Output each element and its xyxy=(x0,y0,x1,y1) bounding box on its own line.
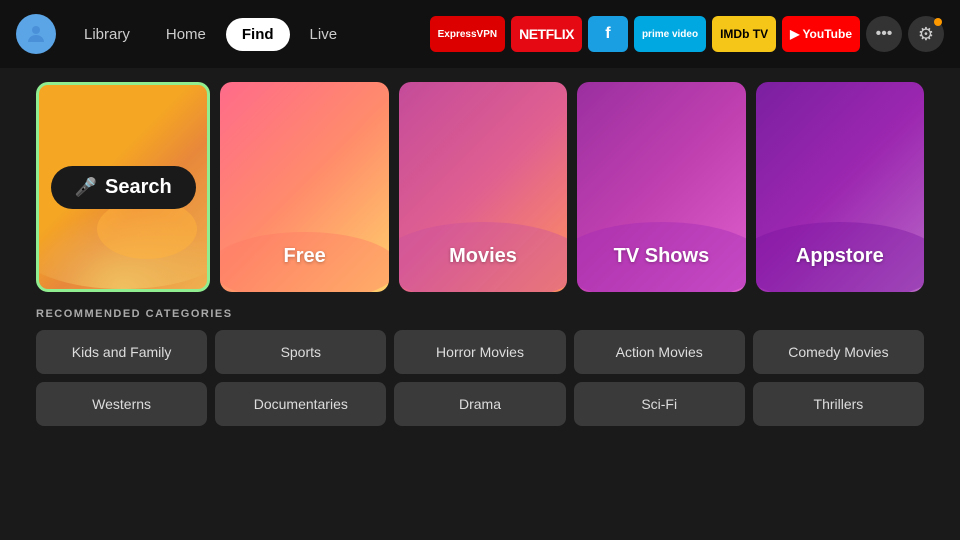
settings-notification-dot xyxy=(934,18,942,26)
category-thrillers[interactable]: Thrillers xyxy=(753,382,924,426)
appstore-card[interactable]: Appstore xyxy=(756,82,924,292)
category-documentaries[interactable]: Documentaries xyxy=(215,382,386,426)
nav-links: Library Home Find Live xyxy=(68,18,353,51)
category-kids[interactable]: Kids and Family xyxy=(36,330,207,374)
category-westerns[interactable]: Westerns xyxy=(36,382,207,426)
recommended-title: RECOMMENDED CATEGORIES xyxy=(36,308,924,320)
avatar[interactable] xyxy=(16,14,56,54)
header: Library Home Find Live ExpressVPN NETFLI… xyxy=(0,0,960,68)
category-horror[interactable]: Horror Movies xyxy=(394,330,565,374)
movies-card[interactable]: Movies xyxy=(399,82,567,292)
category-row-1: Kids and Family Sports Horror Movies Act… xyxy=(36,330,924,374)
movies-label: Movies xyxy=(449,245,517,268)
youtube-icon[interactable]: ▶ YouTube xyxy=(782,16,860,52)
nav-live[interactable]: Live xyxy=(294,18,354,51)
gear-icon: ⚙ xyxy=(918,24,934,45)
free-label: Free xyxy=(283,245,325,268)
more-button[interactable]: ••• xyxy=(866,16,902,52)
microphone-icon: 🎤 xyxy=(75,177,97,198)
category-grid: Kids and Family Sports Horror Movies Act… xyxy=(36,330,924,426)
nav-find[interactable]: Find xyxy=(226,18,290,51)
category-cards: 🎤 Search Free Movies TV Shows Appstore xyxy=(36,82,924,292)
freevee-icon[interactable]: f xyxy=(588,16,628,52)
appstore-label: Appstore xyxy=(796,245,884,268)
prime-video-icon[interactable]: prime video xyxy=(634,16,706,52)
category-row-2: Westerns Documentaries Drama Sci-Fi Thri… xyxy=(36,382,924,426)
category-drama[interactable]: Drama xyxy=(394,382,565,426)
search-button[interactable]: 🎤 Search xyxy=(51,166,196,209)
netflix-icon[interactable]: NETFLIX xyxy=(511,16,582,52)
category-sports[interactable]: Sports xyxy=(215,330,386,374)
category-comedy[interactable]: Comedy Movies xyxy=(753,330,924,374)
expressvpn-icon[interactable]: ExpressVPN xyxy=(430,16,505,52)
search-label: Search xyxy=(105,176,172,199)
category-scifi[interactable]: Sci-Fi xyxy=(574,382,745,426)
imdb-icon[interactable]: IMDb TV xyxy=(712,16,776,52)
free-card[interactable]: Free xyxy=(220,82,388,292)
search-card[interactable]: 🎤 Search xyxy=(36,82,210,292)
main-content: 🎤 Search Free Movies TV Shows Appstore R… xyxy=(0,68,960,440)
category-action[interactable]: Action Movies xyxy=(574,330,745,374)
settings-button[interactable]: ⚙ xyxy=(908,16,944,52)
nav-library[interactable]: Library xyxy=(68,18,146,51)
app-icons: ExpressVPN NETFLIX f prime video IMDb TV… xyxy=(430,16,944,52)
tvshows-card[interactable]: TV Shows xyxy=(577,82,745,292)
nav-home[interactable]: Home xyxy=(150,18,222,51)
tvshows-label: TV Shows xyxy=(614,245,710,268)
